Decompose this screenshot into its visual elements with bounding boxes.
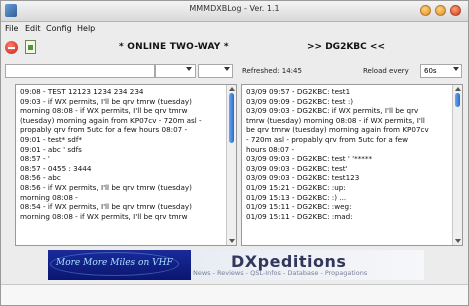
minimize-button[interactable] xyxy=(420,5,431,16)
vhf-banner-text: More More Miles on VHF xyxy=(50,252,179,276)
log-line: 09:08 - TEST 12123 1234 234 234 xyxy=(20,87,144,96)
log-lines: 03/09 09:57 - DG2KBC: test1 03/09 09:09 -… xyxy=(246,87,450,221)
right-scroll-thumb[interactable] xyxy=(455,93,460,107)
log-line: 03/09 09:03 - DG2KBC: test' xyxy=(246,163,348,173)
log-line: 01/09 15:13 - DG2KBC: :) ... xyxy=(246,192,347,202)
chevron-down-icon[interactable] xyxy=(224,67,230,71)
log-line: 09:01 - abc ' sdfs xyxy=(20,144,82,154)
log-line: 08:57 - 0455 : 3444 xyxy=(20,163,92,173)
menu-file[interactable]: File xyxy=(5,24,18,33)
log-line: 03/09 09:03 - DG2KBC: if WX permits, I'l… xyxy=(246,106,419,116)
filter-input[interactable] xyxy=(5,64,155,78)
menu-bar: File Edit Config Help xyxy=(1,22,468,37)
log-line: morning 08:08 - if WX permits, I'll be q… xyxy=(20,211,188,221)
right-scrollbar[interactable] xyxy=(452,85,462,245)
scroll-up-icon[interactable] xyxy=(455,87,461,91)
log-line: 01/09 15:21 - DG2KBC: :up: xyxy=(246,182,346,192)
log-line: 08:56 - abc xyxy=(20,173,61,183)
log-line: morning 08:08 - if WX permits, I'll be q… xyxy=(20,106,188,116)
stop-icon[interactable] xyxy=(5,41,18,54)
window-title: MMMDXBLog - Ver. 1.1 xyxy=(189,4,280,13)
log-line: tmrw (tuesday) morning 08:08 - if WX per… xyxy=(246,115,425,125)
chevron-down-icon[interactable] xyxy=(453,67,459,71)
log-line: 03/09 09:03 - DG2KBC: test ' '***** xyxy=(246,154,373,164)
document-icon[interactable] xyxy=(25,40,36,54)
log-line: 01/09 15:11 - DG2KBC: :mad: xyxy=(246,211,353,221)
left-scrollbar[interactable] xyxy=(226,85,236,245)
log-line: morning 08:08 - xyxy=(20,192,78,202)
chevron-down-icon[interactable] xyxy=(186,67,192,71)
input-area[interactable] xyxy=(1,284,468,305)
connection-status: * ONLINE TWO-WAY * xyxy=(119,42,229,52)
log-line: propably qrv from 5utc for a few hours 0… xyxy=(20,125,188,135)
target-callsign: >> DG2KBC << xyxy=(307,42,385,52)
scroll-up-icon[interactable] xyxy=(229,87,235,91)
log-line: hours 08:07 - xyxy=(246,144,295,154)
title-bar: MMMDXBLog - Ver. 1.1 xyxy=(1,1,468,22)
vhf-banner[interactable]: More More Miles on VHF xyxy=(48,250,191,280)
log-line: 01/09 15:11 - DG2KBC: :weg: xyxy=(246,202,352,212)
log-line: - 720m asl - propably qrv from 5utc for … xyxy=(246,134,408,144)
scroll-down-icon[interactable] xyxy=(455,239,461,243)
log-line: (tuesday) morning again from KP07cv - 72… xyxy=(20,115,202,125)
log-line: 08:56 - if WX permits, I'll be qrv tmrw … xyxy=(20,182,192,192)
menu-help[interactable]: Help xyxy=(77,24,95,33)
log-line: 09:03 - if WX permits, I'll be qrv tmrw … xyxy=(20,96,192,106)
log-line: 09:01 - test* sdf* xyxy=(20,134,82,144)
toolbar: * ONLINE TWO-WAY * >> DG2KBC << xyxy=(1,38,468,58)
left-scroll-thumb[interactable] xyxy=(229,93,234,143)
log-line: 03/09 09:09 - DG2KBC: test :) xyxy=(246,96,354,106)
menu-edit[interactable]: Edit xyxy=(25,24,41,33)
dxpeditions-banner[interactable]: DXpeditions News - Reviews - QSL-Infos -… xyxy=(191,250,424,280)
dxpeditions-subtitle: News - Reviews - QSL-Infos - Database - … xyxy=(193,269,368,277)
log-line: 03/09 09:57 - DG2KBC: test1 xyxy=(246,87,351,96)
close-button[interactable] xyxy=(450,5,461,16)
log-lines: 09:08 - TEST 12123 1234 234 234 09:03 - i… xyxy=(20,87,224,221)
log-line: 08:54 - if WX permits, I'll be qrv tmrw … xyxy=(20,202,192,212)
general-chat-log[interactable]: 09:08 - TEST 12123 1234 234 234 09:03 - i… xyxy=(15,84,237,246)
private-chat-log[interactable]: 03/09 09:57 - DG2KBC: test1 03/09 09:09 -… xyxy=(241,84,463,246)
filter-bar: Refreshed: 14:45 Reload every 60s xyxy=(1,60,468,82)
app-window: MMMDXBLog - Ver. 1.1 File Edit Config He… xyxy=(0,0,469,306)
log-line: be qrv tmrw (tuesday) morning again from… xyxy=(246,125,429,135)
maximize-button[interactable] xyxy=(435,5,446,16)
log-line: 03/09 09:03 - DG2KBC: test123 xyxy=(246,173,360,183)
reload-label: Reload every xyxy=(363,67,409,75)
log-line: 08:57 - ' xyxy=(20,154,50,164)
menu-config[interactable]: Config xyxy=(46,24,72,33)
scroll-down-icon[interactable] xyxy=(229,239,235,243)
refreshed-time: Refreshed: 14:45 xyxy=(242,67,302,75)
